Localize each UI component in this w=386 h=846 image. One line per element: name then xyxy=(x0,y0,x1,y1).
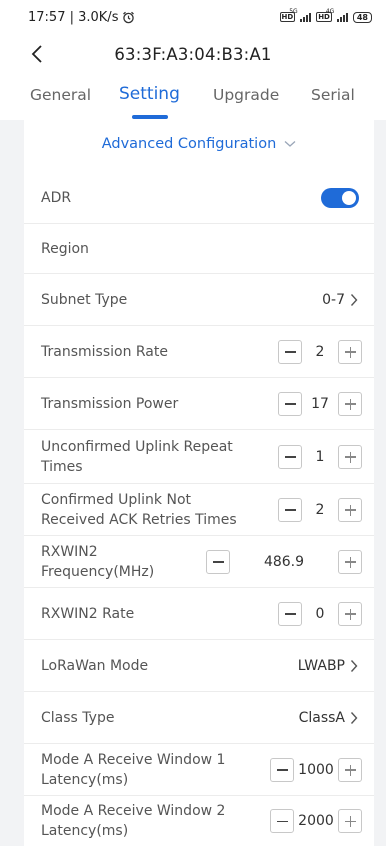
row-adr: ADR xyxy=(24,172,374,224)
stepper-value[interactable]: 2000 xyxy=(294,813,338,829)
battery-icon: 48 xyxy=(352,11,372,23)
row-receive-window-1: Mode A Receive Window 1 Latency(ms) 1000 xyxy=(24,744,374,796)
decrement-button[interactable] xyxy=(278,497,302,522)
rxwin2-rate-stepper: 0 xyxy=(278,601,362,626)
receive-window-2-stepper: 2000 xyxy=(270,809,362,833)
stepper-value[interactable]: 486.9 xyxy=(230,554,338,570)
increment-button[interactable] xyxy=(338,549,362,574)
page-title: 63:3F:A3:04:B3:A1 xyxy=(114,44,272,64)
stepper-value[interactable]: 17 xyxy=(302,396,338,412)
signal-5g-label: 5G xyxy=(289,8,298,15)
status-bar: 17:57 | 3.0K/s HD 5G HD 4G 48 xyxy=(0,0,386,34)
row-ack-retries: Confirmed Uplink Not Received ACK Retrie… xyxy=(24,484,374,536)
row-rxwin2-frequency: RXWIN2 Frequency(MHz) 486.9 xyxy=(24,536,374,588)
stepper-value[interactable]: 1000 xyxy=(294,762,338,778)
stepper-value[interactable]: 1 xyxy=(302,449,338,465)
row-rxwin2-rate: RXWIN2 Rate 0 xyxy=(24,588,374,640)
row-subnet-type[interactable]: Subnet Type 0-7 xyxy=(24,274,374,326)
adr-toggle[interactable] xyxy=(321,187,359,208)
settings-card: Advanced Configuration ADR Region Subnet… xyxy=(24,120,374,846)
tab-bar: General Setting Upgrade Serial xyxy=(0,82,386,119)
transmission-power-stepper: 17 xyxy=(278,391,362,416)
receive-window-1-stepper: 1000 xyxy=(270,757,362,782)
row-lorawan-mode[interactable]: LoRaWan Mode LWABP xyxy=(24,640,374,692)
increment-button[interactable] xyxy=(338,757,362,782)
section-title: Advanced Configuration xyxy=(101,136,277,152)
row-unconfirmed-uplink-repeat: Unconfirmed Uplink Repeat Times 1 xyxy=(24,430,374,484)
row-label: Subnet Type xyxy=(41,291,128,308)
decrement-button[interactable] xyxy=(270,757,294,782)
signal-4g-label: 4G xyxy=(325,8,335,15)
class-type-value: ClassA xyxy=(298,709,345,726)
app-header: 63:3F:A3:04:B3:A1 xyxy=(0,34,386,74)
tab-general[interactable]: General xyxy=(30,86,91,104)
signal-5g-icon: 5G xyxy=(289,8,312,22)
row-label: Class Type xyxy=(41,709,115,726)
transmission-rate-stepper: 2 xyxy=(278,339,362,364)
row-region[interactable]: Region xyxy=(24,224,374,274)
row-label: RXWIN2 Rate xyxy=(41,605,135,622)
row-label: Mode A Receive Window 1 Latency(ms) xyxy=(41,751,226,788)
row-label: Region xyxy=(41,240,89,257)
increment-button[interactable] xyxy=(338,601,362,626)
row-label: Confirmed Uplink Not Received ACK Retrie… xyxy=(41,491,237,528)
toggle-knob xyxy=(342,190,356,205)
stepper-value[interactable]: 2 xyxy=(302,344,338,360)
row-transmission-rate: Transmission Rate 2 xyxy=(24,326,374,378)
stepper-value[interactable]: 0 xyxy=(302,606,338,622)
unconfirmed-uplink-stepper: 1 xyxy=(278,444,362,469)
chevron-right-icon xyxy=(350,293,362,307)
lorawan-mode-value: LWABP xyxy=(297,657,345,674)
tab-upgrade[interactable]: Upgrade xyxy=(213,86,279,104)
row-label: Transmission Power xyxy=(41,395,179,412)
status-left: 17:57 | 3.0K/s xyxy=(28,10,135,25)
row-label: Transmission Rate xyxy=(41,343,168,360)
chevron-right-icon xyxy=(350,659,362,673)
row-label: RXWIN2 Frequency(MHz) xyxy=(41,543,155,580)
subnet-type-value: 0-7 xyxy=(322,291,345,308)
signal-4g-icon: 4G xyxy=(326,8,348,22)
alarm-icon xyxy=(123,11,135,23)
tab-setting[interactable]: Setting xyxy=(119,84,180,104)
row-class-type[interactable]: Class Type ClassA xyxy=(24,692,374,744)
back-arrow-icon[interactable] xyxy=(22,39,52,69)
settings-content[interactable]: Advanced Configuration ADR Region Subnet… xyxy=(0,120,386,846)
advanced-configuration-toggle[interactable]: Advanced Configuration xyxy=(24,132,374,156)
increment-button[interactable] xyxy=(338,497,362,522)
row-receive-window-2: Mode A Receive Window 2 Latency(ms) 2000 xyxy=(24,796,374,846)
decrement-button[interactable] xyxy=(206,549,230,574)
status-time-speed: 17:57 | 3.0K/s xyxy=(28,9,119,25)
increment-button[interactable] xyxy=(338,809,362,833)
chevron-down-icon xyxy=(284,139,296,149)
stepper-value[interactable]: 2 xyxy=(302,502,338,518)
rxwin2-frequency-stepper: 486.9 xyxy=(206,549,362,574)
status-right: HD 5G HD 4G 48 xyxy=(279,8,372,23)
increment-button[interactable] xyxy=(338,391,362,416)
decrement-button[interactable] xyxy=(278,601,302,626)
chevron-right-icon xyxy=(350,711,362,725)
tab-serial[interactable]: Serial xyxy=(311,86,355,104)
row-transmission-power: Transmission Power 17 xyxy=(24,378,374,430)
decrement-button[interactable] xyxy=(278,444,302,469)
row-label: ADR xyxy=(41,189,72,206)
row-label: LoRaWan Mode xyxy=(41,657,149,674)
increment-button[interactable] xyxy=(338,444,362,469)
decrement-button[interactable] xyxy=(270,809,294,833)
decrement-button[interactable] xyxy=(278,391,302,416)
increment-button[interactable] xyxy=(338,339,362,364)
row-label: Mode A Receive Window 2 Latency(ms) xyxy=(41,803,226,839)
decrement-button[interactable] xyxy=(278,339,302,364)
ack-retries-stepper: 2 xyxy=(278,497,362,522)
row-label: Unconfirmed Uplink Repeat Times xyxy=(41,438,233,475)
active-tab-indicator xyxy=(132,115,168,119)
